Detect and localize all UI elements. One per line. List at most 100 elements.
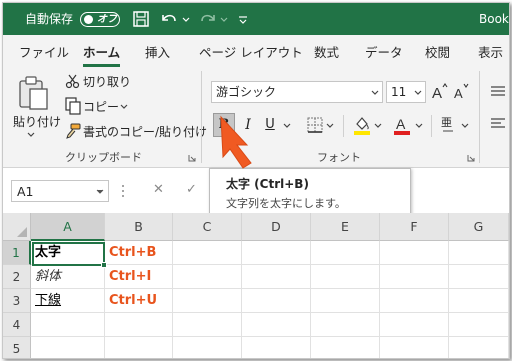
- group-separator: [201, 71, 202, 163]
- cell-e1[interactable]: [311, 241, 380, 265]
- cell-f3[interactable]: [380, 289, 449, 313]
- cell-f4[interactable]: [380, 313, 449, 337]
- tab-home[interactable]: ホーム: [83, 45, 120, 60]
- select-all-corner[interactable]: [3, 213, 31, 241]
- cell-f5[interactable]: [380, 337, 449, 358]
- cell-d2[interactable]: [242, 265, 311, 289]
- font-color-dropdown-icon[interactable]: [415, 123, 423, 129]
- clipboard-dialog-launcher-icon[interactable]: [188, 154, 196, 162]
- phonetic-guide-button[interactable]: 亜: [441, 116, 452, 130]
- formula-bar-grip-icon[interactable]: [121, 184, 125, 198]
- row-header-2[interactable]: 2: [3, 265, 31, 289]
- font-color-icon[interactable]: A: [393, 115, 411, 135]
- undo-dropdown-icon[interactable]: [181, 9, 191, 29]
- cell-c4[interactable]: [173, 313, 242, 337]
- save-icon[interactable]: [131, 9, 151, 29]
- cell-b4[interactable]: [105, 313, 173, 337]
- phonetic-dropdown-icon[interactable]: [461, 123, 469, 129]
- undo-icon[interactable]: [158, 9, 180, 29]
- customize-quick-access-icon[interactable]: [237, 9, 249, 29]
- cell-b2[interactable]: Ctrl+I: [105, 265, 173, 289]
- tab-insert[interactable]: 挿入: [145, 45, 170, 60]
- font-dialog-launcher-icon[interactable]: [467, 154, 475, 162]
- cell-d4[interactable]: [242, 313, 311, 337]
- cell-c5[interactable]: [173, 337, 242, 358]
- row-header-5[interactable]: 5: [3, 337, 31, 358]
- row-header-1[interactable]: 1: [3, 241, 31, 265]
- column-header-e[interactable]: E: [311, 213, 380, 241]
- tab-review[interactable]: 校閲: [425, 45, 450, 60]
- borders-dropdown-icon[interactable]: [326, 123, 334, 129]
- scissors-icon[interactable]: [65, 73, 81, 89]
- copy-button[interactable]: コピー: [83, 100, 119, 114]
- cell-c1[interactable]: [173, 241, 242, 265]
- redo-icon[interactable]: [197, 9, 219, 29]
- fill-handle[interactable]: [101, 262, 107, 268]
- cell-a4[interactable]: [31, 313, 105, 337]
- copy-dropdown-icon[interactable]: [119, 103, 129, 111]
- paste-icon[interactable]: [17, 75, 51, 111]
- tab-formulas[interactable]: 数式: [314, 45, 339, 60]
- column-header-c[interactable]: C: [173, 213, 242, 241]
- cell-e4[interactable]: [311, 313, 380, 337]
- paste-dropdown-icon[interactable]: [26, 131, 36, 139]
- align-top-icon[interactable]: [490, 85, 506, 99]
- cell-f2[interactable]: [380, 265, 449, 289]
- row-header-4[interactable]: 4: [3, 313, 31, 337]
- font-name-combo[interactable]: 游ゴシック: [211, 81, 383, 103]
- cell-c3[interactable]: [173, 289, 242, 313]
- column-header-f[interactable]: F: [380, 213, 449, 241]
- column-header-b[interactable]: B: [105, 213, 173, 241]
- cell-f1[interactable]: [380, 241, 449, 265]
- column-header-g[interactable]: G: [449, 213, 509, 241]
- format-painter-button[interactable]: 書式のコピー/貼り付け: [83, 125, 207, 139]
- cell-e5[interactable]: [311, 337, 380, 358]
- font-name-value: 游ゴシック: [216, 85, 277, 99]
- cell-b1[interactable]: Ctrl+B: [105, 241, 173, 265]
- cell-a2[interactable]: 斜体: [31, 265, 105, 289]
- chevron-down-icon: [371, 90, 379, 95]
- cancel-entry-icon[interactable]: ✕: [153, 183, 164, 197]
- tab-view[interactable]: 表示: [478, 45, 503, 60]
- cell-b5[interactable]: [105, 337, 173, 358]
- tab-file[interactable]: ファイル: [19, 45, 69, 60]
- column-header-d[interactable]: D: [242, 213, 311, 241]
- increase-font-size-icon[interactable]: A: [431, 82, 449, 100]
- cell-e3[interactable]: [311, 289, 380, 313]
- cell-g1[interactable]: [449, 241, 509, 265]
- cell-g5[interactable]: [449, 337, 509, 358]
- cell-d3[interactable]: [242, 289, 311, 313]
- fill-color-dropdown-icon[interactable]: [374, 123, 382, 129]
- cut-button[interactable]: 切り取り: [83, 75, 131, 89]
- copy-icon[interactable]: [65, 97, 81, 115]
- decrease-font-size-icon[interactable]: A: [453, 82, 471, 100]
- cell-g2[interactable]: [449, 265, 509, 289]
- name-box-dropdown-icon[interactable]: [96, 189, 104, 195]
- toggle-knob: [84, 15, 93, 24]
- cell-a3[interactable]: 下線: [31, 289, 105, 313]
- fill-color-icon[interactable]: [353, 115, 371, 135]
- cell-c2[interactable]: [173, 265, 242, 289]
- format-painter-icon[interactable]: [65, 123, 81, 139]
- enter-entry-icon[interactable]: ✓: [186, 183, 197, 197]
- cell-d1[interactable]: [242, 241, 311, 265]
- redo-dropdown-icon[interactable]: [219, 9, 229, 29]
- font-size-combo[interactable]: 11: [386, 81, 426, 103]
- cell-e2[interactable]: [311, 265, 380, 289]
- align-left-icon[interactable]: [490, 117, 506, 131]
- column-header-a[interactable]: A: [31, 213, 105, 241]
- tab-page-layout[interactable]: ページ レイアウト: [199, 45, 303, 60]
- cell-g3[interactable]: [449, 289, 509, 313]
- tab-data[interactable]: データ: [365, 45, 403, 60]
- borders-icon[interactable]: [307, 117, 323, 133]
- cell-a5[interactable]: [31, 337, 105, 358]
- cell-d5[interactable]: [242, 337, 311, 358]
- row-header-3[interactable]: 3: [3, 289, 31, 313]
- underline-dropdown-icon[interactable]: [283, 123, 291, 129]
- underline-button[interactable]: U: [261, 113, 279, 137]
- autosave-toggle[interactable]: オフ: [80, 12, 120, 27]
- name-box[interactable]: A1: [11, 180, 109, 202]
- paste-button[interactable]: 貼り付け: [13, 115, 61, 129]
- cell-g4[interactable]: [449, 313, 509, 337]
- cell-b3[interactable]: Ctrl+U: [105, 289, 173, 313]
